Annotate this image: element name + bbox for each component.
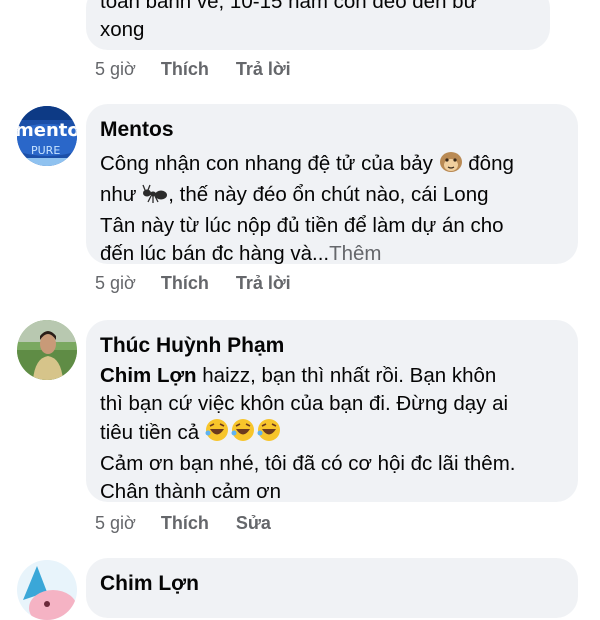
comment-text-line: Chim Lợn haizz, bạn thì nhất rồi. Bạn kh… [100,364,497,387]
see-more-link[interactable]: Thêm [329,242,381,265]
person-photo-avatar-icon [17,320,77,380]
mention-link[interactable]: Chim Lợn [100,364,197,387]
svg-text:mento: mento [17,120,77,141]
avatar[interactable]: mento PURE [17,106,77,166]
edit-button[interactable]: Sửa [236,513,271,533]
mentos-pack-avatar-icon: mento PURE [17,106,77,166]
comment-bubble-4: Chim Lợn [86,558,578,618]
ant-emoji-icon [142,184,168,212]
comment-text-line: như , thế này đéo ổn chút nào, cái Long [100,181,564,212]
comment-text-line: Cảm ơn bạn nhé, tôi đã có cơ hội đc lãi … [100,452,516,475]
like-button[interactable]: Thích [161,59,209,79]
comment-text-line: tiêu tiền cả [100,418,564,450]
like-button[interactable]: Thích [161,513,209,533]
reply-button[interactable]: Trả lời [236,59,291,79]
comment-actions-2: 5 giờ Thích Trả lời [95,271,313,295]
comment-text-line: Chân thành cảm ơn [100,480,281,503]
pink-cartoon-avatar-icon [17,560,77,620]
comment-text-line: đến lúc bán đc hàng và...Thêm [100,242,382,265]
svg-text:PURE: PURE [31,144,60,157]
comment-actions-1: 5 giờ Thích Trả lời [95,57,313,81]
comment-time: 5 giờ [95,273,136,293]
comment-time: 5 giờ [95,513,136,533]
rolling-laughing-emoji-icon [205,418,283,450]
avatar[interactable] [17,320,77,380]
comment-bubble-2: Mentos Công nhận con nhang đệ tử của bảy… [86,104,578,265]
comment-actions-3: 5 giờ Thích Sửa [95,511,293,535]
comment-author[interactable]: Chim Lợn [100,570,564,598]
monkey-face-emoji-icon [439,151,463,181]
avatar[interactable] [17,560,77,620]
comment-text-line: Tân này từ lúc nộp đủ tiền để làm dự án … [100,214,504,237]
comment-text-line: toàn bánh vẽ, 10-15 năm còn đéo đến bữ [100,0,478,13]
comment-text-line: Công nhận con nhang đệ tử của bảy đông [100,150,564,181]
comment-time: 5 giờ [95,59,136,79]
comment-text-line: xong [100,18,145,41]
comment-author[interactable]: Thúc Huỳnh Phạm [100,332,564,360]
comment-text-line: thì bạn cứ việc khôn của bạn đi. Đừng dạ… [100,392,509,415]
comment-bubble-3: Thúc Huỳnh Phạm Chim Lợn haizz, bạn thì … [86,320,578,503]
like-button[interactable]: Thích [161,273,209,293]
reply-button[interactable]: Trả lời [236,273,291,293]
comment-bubble-1: toàn bánh vẽ, 10-15 năm còn đéo đến bữ x… [86,0,550,50]
comment-author[interactable]: Mentos [100,116,564,144]
